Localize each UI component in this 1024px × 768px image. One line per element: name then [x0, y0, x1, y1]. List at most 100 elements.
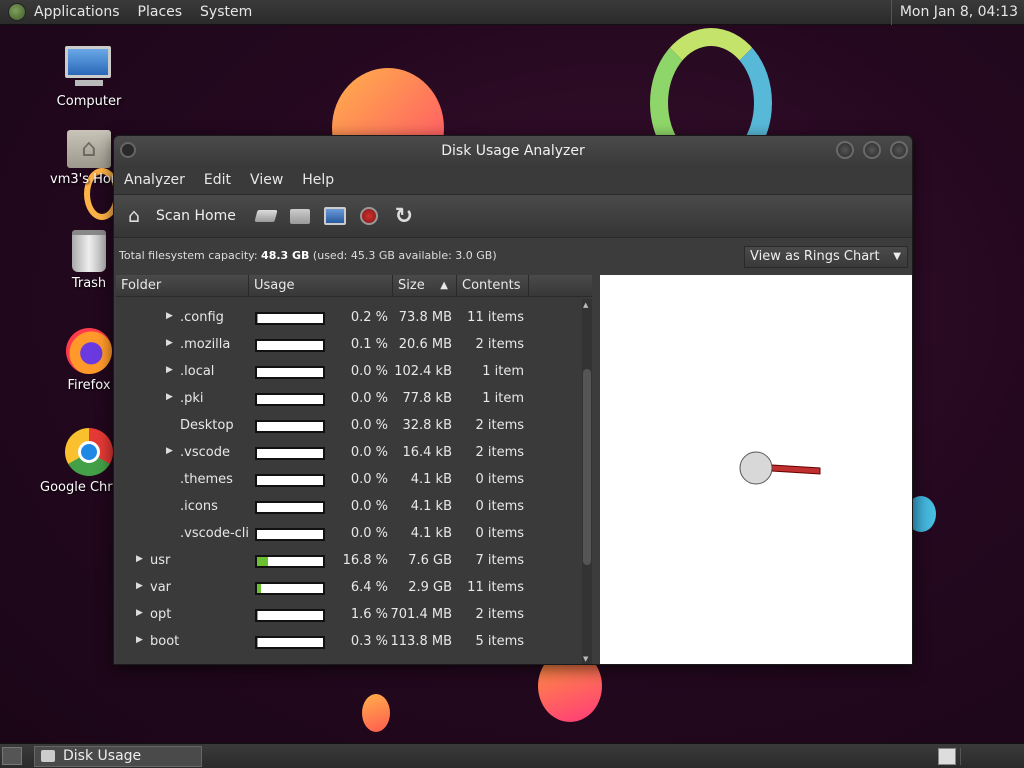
folder-size: 73.8 MB: [398, 310, 452, 325]
table-row[interactable]: .themes 0.0 % 4.1 kB 0 items: [116, 467, 578, 494]
view-selector[interactable]: View as Rings Chart ▼: [744, 246, 908, 268]
expander-arrow-icon[interactable]: ▶: [136, 554, 143, 564]
folder-name: .themes: [180, 472, 233, 487]
ring-segment[interactable]: [771, 464, 821, 475]
column-contents[interactable]: Contents: [457, 275, 529, 296]
scan-filesystem-button[interactable]: [254, 210, 278, 222]
menu-view[interactable]: View: [250, 172, 283, 188]
usage-percent: 0.2 %: [350, 310, 388, 325]
folder-size: 7.6 GB: [408, 553, 452, 568]
scan-folder-button[interactable]: [289, 208, 310, 224]
usage-bar: [255, 366, 325, 379]
folder-size: 113.8 MB: [390, 634, 452, 649]
folder-name: .vscode: [180, 445, 230, 460]
table-row[interactable]: ▶ usr 16.8 % 7.6 GB 7 items: [116, 548, 578, 575]
scrollbar-thumb[interactable]: [583, 369, 591, 565]
folder-name: .pki: [180, 391, 204, 406]
taskbar-item-disk-usage-analyzer[interactable]: Disk Usage Analyzer: [34, 746, 202, 768]
expander-arrow-icon[interactable]: ▶: [136, 635, 143, 645]
table-row[interactable]: ▶ opt 1.6 % 701.4 MB 2 items: [116, 602, 578, 629]
usage-bar: [255, 501, 325, 514]
folder-size: 16.4 kB: [402, 445, 452, 460]
desktop-icon-label: Computer: [56, 94, 122, 109]
menu-applications[interactable]: Applications: [34, 4, 120, 20]
scroll-up-icon[interactable]: ▲: [583, 301, 588, 309]
table-row[interactable]: ▶ var 6.4 % 2.9 GB 11 items: [116, 575, 578, 602]
rings-chart-svg: [739, 451, 821, 485]
sort-ascending-icon: ▲: [440, 280, 448, 291]
distro-logo-icon[interactable]: [8, 3, 26, 21]
menu-system[interactable]: System: [200, 4, 252, 20]
close-button[interactable]: [890, 141, 908, 159]
menu-help[interactable]: Help: [302, 172, 334, 188]
maximize-button[interactable]: [863, 141, 881, 159]
window-titlebar[interactable]: Disk Usage Analyzer: [114, 136, 912, 166]
table-row[interactable]: Desktop 0.0 % 32.8 kB 2 items: [116, 413, 578, 440]
usage-bar: [255, 339, 325, 352]
expander-arrow-icon[interactable]: ▶: [136, 581, 143, 591]
usage-percent: 0.0 %: [350, 472, 388, 487]
table-row[interactable]: ▶ .config 0.2 % 73.8 MB 11 items: [116, 305, 578, 332]
usage-percent: 0.0 %: [350, 526, 388, 541]
table-row[interactable]: .vscode-cli 0.0 % 4.1 kB 0 items: [116, 521, 578, 548]
usage-percent: 16.8 %: [342, 553, 388, 568]
rings-chart[interactable]: [600, 275, 912, 664]
stop-button[interactable]: [359, 207, 378, 225]
folder-name: Desktop: [180, 418, 234, 433]
folder-size: 4.1 kB: [410, 472, 452, 487]
expander-arrow-icon[interactable]: ▶: [166, 338, 173, 348]
menu-places[interactable]: Places: [138, 4, 183, 20]
folder-contents: 0 items: [475, 499, 524, 514]
refresh-button[interactable]: ↻: [392, 203, 416, 229]
desktop-icon-computer[interactable]: Computer: [34, 46, 144, 109]
expander-arrow-icon[interactable]: ▶: [166, 365, 173, 375]
expander-arrow-icon[interactable]: ▶: [136, 608, 143, 618]
table-row[interactable]: ▶ boot 0.3 % 113.8 MB 5 items: [116, 629, 578, 656]
home-icon: ⌂: [127, 205, 141, 227]
usage-percent: 0.1 %: [350, 337, 388, 352]
usage-bar-fill: [257, 611, 259, 620]
window-menu-icon[interactable]: [120, 142, 136, 158]
usage-bar: [255, 393, 325, 406]
menu-edit[interactable]: Edit: [204, 172, 231, 188]
refresh-icon: ↻: [394, 203, 414, 229]
ring-center[interactable]: [739, 451, 773, 485]
usage-bar: [255, 474, 325, 487]
usage-bar: [255, 420, 325, 433]
scan-remote-button[interactable]: [323, 207, 346, 225]
table-row[interactable]: ▶ .vscode 0.0 % 16.4 kB 2 items: [116, 440, 578, 467]
folder-size: 4.1 kB: [410, 499, 452, 514]
table-row[interactable]: .icons 0.0 % 4.1 kB 0 items: [116, 494, 578, 521]
scan-home-button[interactable]: ⌂ Scan Home: [122, 204, 242, 228]
expander-arrow-icon[interactable]: ▶: [166, 311, 173, 321]
expander-arrow-icon[interactable]: ▶: [166, 392, 173, 402]
usage-percent: 0.0 %: [350, 391, 388, 406]
folder-size: 4.1 kB: [410, 526, 452, 541]
table-row[interactable]: ▶ .pki 0.0 % 77.8 kB 1 item: [116, 386, 578, 413]
table-row[interactable]: ▶ .mozilla 0.1 % 20.6 MB 2 items: [116, 332, 578, 359]
column-folder[interactable]: Folder: [116, 275, 249, 296]
scroll-down-icon[interactable]: ▼: [583, 655, 588, 663]
table-row[interactable]: ▶ .local 0.0 % 102.4 kB 1 item: [116, 359, 578, 386]
top-panel: Applications Places System Mon Jan 8, 04…: [0, 0, 1024, 25]
column-size[interactable]: Size ▲: [393, 275, 457, 296]
usage-bar: [255, 312, 325, 325]
dropdown-arrow-icon: ▼: [893, 251, 901, 262]
show-desktop-button[interactable]: [2, 747, 22, 765]
folder-rows: ▶ .config 0.2 % 73.8 MB 11 items ▶ .mozilla 0.1…: [116, 305, 578, 656]
usage-bar: [255, 447, 325, 460]
workspace-switcher[interactable]: [938, 748, 956, 765]
usage-bar-fill: [257, 584, 262, 593]
trash-icon: [72, 230, 106, 272]
column-usage[interactable]: Usage: [249, 275, 393, 296]
panel-clock[interactable]: Mon Jan 8, 04:13: [890, 0, 1024, 25]
expander-arrow-icon[interactable]: ▶: [166, 446, 173, 456]
folder-name: .config: [180, 310, 224, 325]
tree-scrollbar[interactable]: ▲ ▼: [582, 299, 592, 664]
workspace-2[interactable]: [960, 748, 1010, 765]
usage-percent: 6.4 %: [350, 580, 388, 595]
minimize-button[interactable]: [836, 141, 854, 159]
menu-analyzer[interactable]: Analyzer: [124, 172, 185, 188]
folder-contents: 11 items: [467, 310, 524, 325]
folder-name: .vscode-cli: [180, 526, 250, 541]
